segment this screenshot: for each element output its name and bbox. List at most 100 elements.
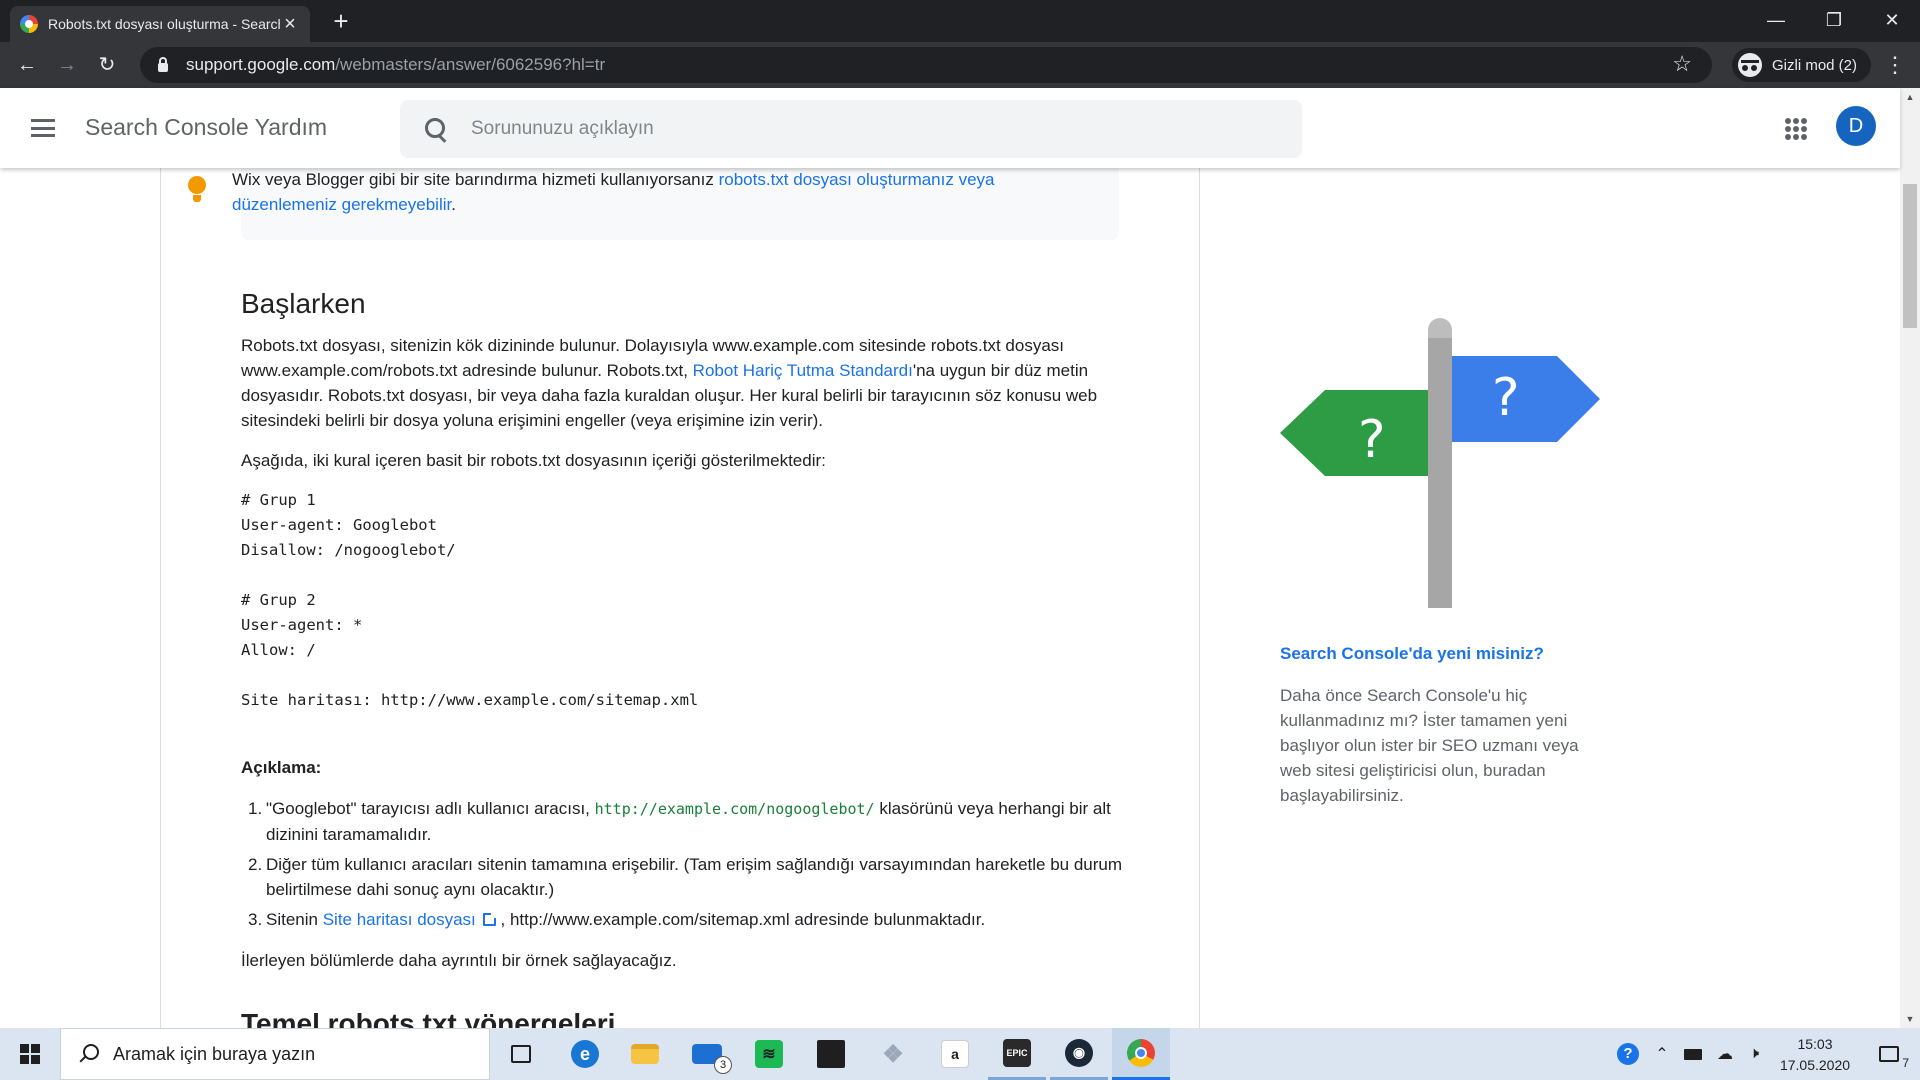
mail-icon: 3	[692, 1044, 732, 1074]
system-clock[interactable]: 15:03 17.05.2020	[1770, 1034, 1860, 1076]
google-apps-icon[interactable]	[1785, 118, 1807, 140]
spotify-icon: ≋	[755, 1040, 783, 1068]
amazon-icon: a	[941, 1040, 969, 1068]
scroll-down-arrow-icon[interactable]: ▼	[1903, 1012, 1917, 1026]
robots-code-sample: # Grup 1 User-agent: Googlebot Disallow:…	[241, 491, 699, 709]
onedrive-cloud-icon[interactable]: ☁	[1710, 1028, 1740, 1080]
back-button[interactable]: ←	[12, 50, 42, 80]
tab-title: Robots.txt dosyası oluşturma - Search Co…	[48, 16, 280, 32]
incognito-icon	[1738, 53, 1762, 77]
file-explorer-taskbar-button[interactable]	[616, 1028, 674, 1080]
spotify-taskbar-button[interactable]: ≋	[740, 1028, 798, 1080]
windows-taskbar: Aramak için buraya yazın e 3 ≋ ❖ a EPIC …	[0, 1028, 1920, 1080]
external-link-icon[interactable]	[482, 912, 497, 926]
list-number: 1.	[248, 799, 263, 818]
minimize-button[interactable]: —	[1748, 0, 1804, 40]
store-taskbar-button[interactable]	[802, 1028, 860, 1080]
start-button[interactable]	[0, 1028, 60, 1080]
notification-center-button[interactable]: 7	[1864, 1028, 1914, 1080]
new-tab-button[interactable]: +	[326, 6, 356, 36]
menu-icon[interactable]	[30, 116, 56, 140]
list-text: , http://www.example.com/sitemap.xml adr…	[495, 910, 986, 929]
next-section-title: Temel robots.txt yönergeleri	[241, 1008, 616, 1028]
list-item: 3. Sitenin Site haritası dosyası , http:…	[241, 907, 1131, 932]
lightbulb-icon	[187, 176, 207, 206]
list-text: Diğer tüm kullanıcı aracıları sitenin ta…	[266, 855, 1123, 899]
list-text: Sitenin	[266, 910, 323, 929]
browser-menu-icon[interactable]: ⋮	[1880, 48, 1910, 82]
intro-paragraph: Robots.txt dosyası, sitenizin kök dizini…	[241, 333, 1121, 433]
steam-taskbar-button[interactable]: ◉	[1050, 1028, 1108, 1080]
example-intro: Aşağıda, iki kural içeren basit bir robo…	[241, 451, 826, 470]
task-view-button[interactable]	[492, 1028, 550, 1080]
scroll-up-arrow-icon[interactable]: ▲	[1903, 90, 1917, 104]
promo-title-link[interactable]: Search Console'da yeni misiniz?	[1280, 644, 1544, 664]
windows-logo-icon	[20, 1044, 40, 1064]
epic-games-taskbar-button[interactable]: EPIC	[988, 1028, 1046, 1080]
reload-button[interactable]: ↻	[92, 50, 122, 80]
clock-date: 17.05.2020	[1779, 1057, 1851, 1073]
address-bar[interactable]: support.google.com/webmasters/answer/606…	[140, 47, 1712, 83]
app-header: Search Console Yardım D	[0, 88, 1900, 168]
help-tray-icon[interactable]: ?	[1610, 1028, 1646, 1080]
url-path: /webmasters/answer/6062596?hl=tr	[335, 55, 606, 74]
scroll-thumb[interactable]	[1903, 184, 1917, 328]
search-icon	[79, 1044, 99, 1064]
question-mark-icon: ?	[1358, 410, 1386, 470]
page-title[interactable]: Search Console Yardım	[85, 114, 327, 141]
clock-time: 15:03	[1797, 1036, 1833, 1052]
notification-count: 7	[1902, 1056, 1909, 1070]
sitemap-link[interactable]: Site haritası dosyası	[323, 910, 476, 929]
tip-text-body: Wix veya Blogger gibi bir site barındırm…	[232, 170, 719, 189]
dropbox-taskbar-button[interactable]: ❖	[864, 1028, 922, 1080]
page-left-margin	[0, 88, 160, 1028]
green-sign	[1280, 390, 1428, 476]
help-search-box[interactable]	[400, 100, 1302, 158]
volume-muted-icon[interactable]: 🕨	[1740, 1028, 1768, 1080]
avatar[interactable]: D	[1836, 106, 1876, 146]
search-icon[interactable]	[425, 118, 447, 140]
chevron-up-icon[interactable]: ⌃	[1648, 1028, 1676, 1080]
taskbar-search-box[interactable]: Aramak için buraya yazın	[60, 1028, 490, 1080]
bookmark-star-icon[interactable]: ☆	[1672, 51, 1692, 77]
closing-paragraph: İlerleyen bölümlerde daha ayrıntılı bir …	[241, 951, 677, 970]
steam-icon: ◉	[1065, 1038, 1093, 1067]
list-item: 2. Diğer tüm kullanıcı aracıları sitenin…	[241, 852, 1131, 902]
chrome-icon	[1127, 1038, 1155, 1067]
battery-icon[interactable]	[1678, 1028, 1708, 1080]
notification-icon: 7	[1879, 1046, 1909, 1070]
close-window-button[interactable]: ✕	[1864, 0, 1920, 40]
promo-text: Daha önce Search Console'u hiç kullanmad…	[1280, 686, 1579, 805]
chrome-taskbar-button[interactable]	[1112, 1028, 1170, 1080]
list-item: 1. "Googlebot" tarayıcısı adlı kullanıcı…	[241, 796, 1131, 847]
restore-button[interactable]: ❐	[1806, 0, 1862, 40]
incognito-indicator[interactable]: Gizli mod (2)	[1732, 48, 1872, 82]
nogooglebot-url: http://example.com/nogooglebot/	[594, 800, 875, 818]
signpost-illustration	[1280, 318, 1600, 608]
incognito-label: Gizli mod (2)	[1772, 56, 1858, 74]
tab-close-icon[interactable]: ×	[280, 13, 300, 36]
signpost-pole-shade	[1428, 338, 1452, 608]
edge-taskbar-button[interactable]: e	[556, 1028, 614, 1080]
article-card: Wix veya Blogger gibi bir site barındırm…	[160, 88, 1200, 1028]
robots-standard-link[interactable]: Robot Hariç Tutma Standardı	[693, 361, 913, 380]
question-mark-icon: ?	[1492, 368, 1520, 428]
amazon-taskbar-button[interactable]: a	[926, 1028, 984, 1080]
browser-tab[interactable]: Robots.txt dosyası oluşturma - Search Co…	[10, 6, 310, 42]
mail-badge: 3	[714, 1056, 732, 1074]
lock-icon[interactable]	[158, 57, 168, 72]
task-view-icon	[511, 1045, 531, 1063]
mail-taskbar-button[interactable]: 3	[678, 1028, 736, 1080]
forward-button[interactable]: →	[52, 50, 82, 80]
google-favicon-icon	[20, 15, 38, 33]
explanation-label: Açıklama:	[241, 758, 322, 777]
search-input[interactable]	[471, 118, 1251, 140]
browser-tab-strip: Robots.txt dosyası oluşturma - Search Co…	[0, 0, 1920, 42]
taskbar-search-text: Aramak için buraya yazın	[113, 1043, 316, 1064]
list-text: "Googlebot" tarayıcısı adlı kullanıcı ar…	[266, 799, 595, 818]
explanation-list: 1. "Googlebot" tarayıcısı adlı kullanıcı…	[241, 796, 1131, 937]
store-icon	[817, 1040, 845, 1068]
tip-text: Wix veya Blogger gibi bir site barındırm…	[232, 167, 1052, 217]
epic-games-icon: EPIC	[1003, 1038, 1031, 1067]
folder-icon	[631, 1044, 659, 1064]
